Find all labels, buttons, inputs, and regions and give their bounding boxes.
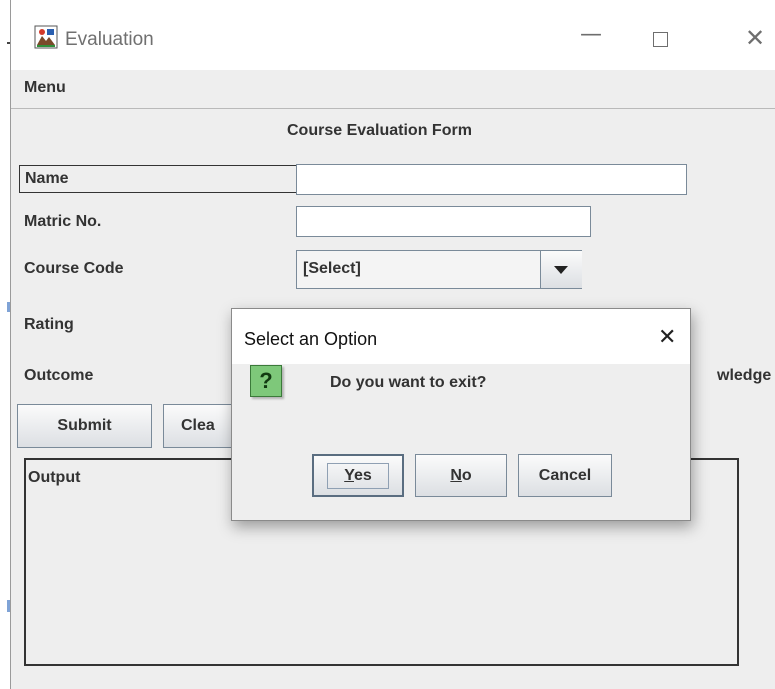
dialog-message: Do you want to exit? xyxy=(330,374,487,391)
window-titlebar: Evaluation — ✕ xyxy=(11,0,775,70)
name-label: Name xyxy=(25,170,69,187)
dropdown-arrow-button[interactable] xyxy=(540,251,582,288)
menu-bar: Menu xyxy=(11,70,775,109)
question-icon: ? xyxy=(250,365,282,397)
course-code-selected: [Select] xyxy=(303,260,361,277)
matric-label: Matric No. xyxy=(24,213,102,230)
course-code-select[interactable]: [Select] xyxy=(296,250,582,289)
maximize-icon[interactable] xyxy=(653,32,668,47)
no-button[interactable]: No xyxy=(415,454,507,497)
menu-item[interactable]: Menu xyxy=(24,79,66,97)
output-label: Output xyxy=(28,469,81,486)
chevron-down-icon xyxy=(554,266,568,274)
exit-dialog: Select an Option ✕ ? Do you want to exit… xyxy=(231,308,691,521)
rating-label: Rating xyxy=(24,316,74,333)
minimize-icon[interactable]: — xyxy=(576,22,606,47)
yes-mnemonic: Y xyxy=(344,466,354,484)
outcome-option-partial[interactable]: wledge xyxy=(717,367,771,385)
clear-button-label: Clea xyxy=(181,417,215,434)
window-title: Evaluation xyxy=(65,29,154,50)
form-heading: Course Evaluation Form xyxy=(287,122,472,139)
submit-button[interactable]: Submit xyxy=(17,404,152,448)
course-code-label: Course Code xyxy=(24,260,124,277)
yes-button[interactable]: Yes xyxy=(312,454,404,497)
question-mark: ? xyxy=(259,368,273,393)
dialog-titlebar: Select an Option ✕ xyxy=(232,309,690,364)
no-label-rest: o xyxy=(461,466,472,484)
name-input[interactable] xyxy=(296,164,687,195)
java-cup-icon xyxy=(34,25,58,49)
yes-label-rest: es xyxy=(354,466,372,484)
close-icon[interactable]: ✕ xyxy=(745,24,765,52)
dialog-title: Select an Option xyxy=(244,329,378,349)
outcome-label: Outcome xyxy=(24,367,94,384)
no-mnemonic: N xyxy=(450,466,462,484)
cancel-button[interactable]: Cancel xyxy=(518,454,612,497)
name-label-box: Name xyxy=(19,165,297,193)
matric-input[interactable] xyxy=(296,206,591,237)
close-icon[interactable]: ✕ xyxy=(658,325,676,350)
